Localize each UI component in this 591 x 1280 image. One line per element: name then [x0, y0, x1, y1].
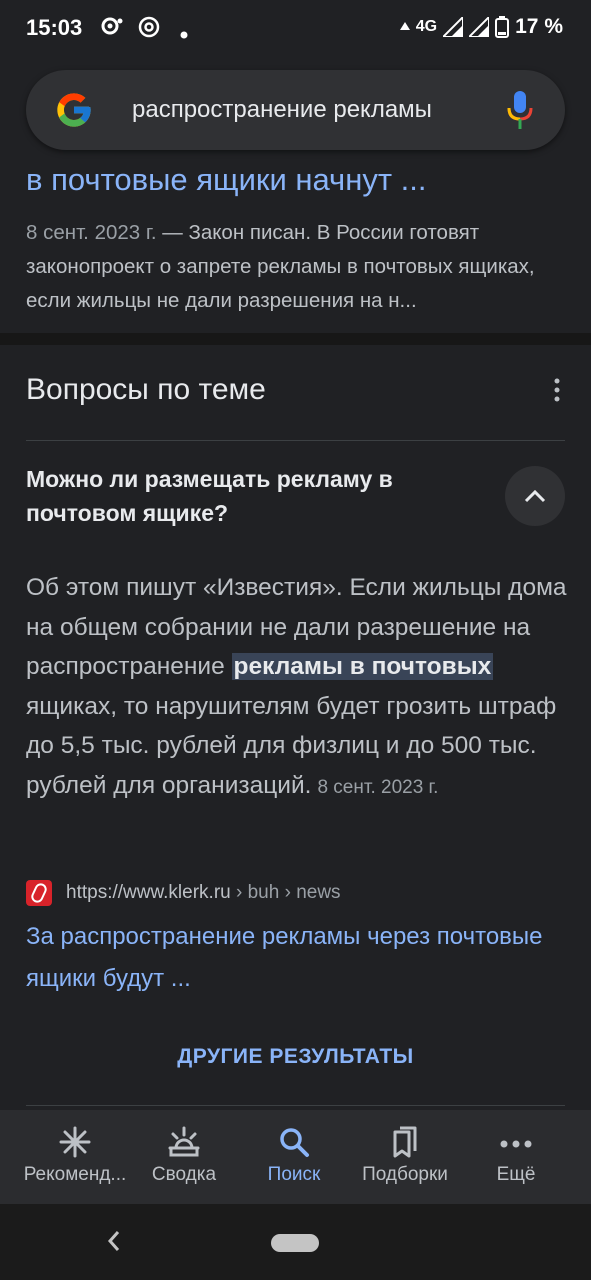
result-title-link[interactable]: в почтовые ящики начнут ...: [26, 162, 426, 198]
klerk-favicon-icon: [26, 880, 52, 906]
status-right-group: 4G 17 %: [399, 15, 563, 39]
asterisk-icon: [59, 1126, 91, 1158]
nav-item-search[interactable]: Поиск: [250, 1110, 338, 1204]
more-results-button[interactable]: ДРУГИЕ РЕЗУЛЬТАТЫ: [0, 1045, 591, 1069]
related-questions-heading: Вопросы по теме: [26, 373, 266, 406]
search-icon: [280, 1128, 309, 1157]
search-input[interactable]: распространение рекламы: [132, 96, 432, 124]
source-url: https://www.klerk.ru › buh › news: [66, 882, 341, 903]
answer-date: 8 сент. 2023 г.: [317, 776, 439, 798]
answer-text-after: ящиках, то нарушителям будет грозить штр…: [26, 692, 557, 799]
at-sign-icon: [137, 15, 161, 45]
signal-icon: [469, 17, 490, 37]
network-type: 4G: [415, 18, 438, 35]
section-separator: [0, 333, 591, 345]
nav-label: Поиск: [267, 1164, 321, 1185]
search-bar[interactable]: распространение рекламы: [26, 70, 565, 150]
answer-text: Об этом пишут «Известия». Если жильцы до…: [26, 568, 571, 807]
nav-label: Ещё: [496, 1164, 536, 1185]
nav-item-summary[interactable]: Сводка: [140, 1110, 228, 1204]
answer-highlight: рекламы в почтовых: [231, 653, 494, 680]
signal-icon: [443, 17, 464, 37]
nav-label: Сводка: [151, 1164, 217, 1185]
more-horizontal-icon: [500, 1140, 532, 1148]
back-icon[interactable]: [106, 1228, 122, 1254]
wifi-arrow-icon: [399, 22, 410, 30]
home-button[interactable]: [271, 1234, 319, 1252]
collapse-question-button[interactable]: [505, 466, 565, 526]
divider: [26, 1105, 565, 1106]
nav-item-collections[interactable]: Подборки: [352, 1110, 458, 1204]
bottom-navigation: Рекоменд... Сводка Поиск Подборки Ещё: [0, 1110, 591, 1204]
nav-item-recommendations[interactable]: Рекоменд...: [14, 1110, 136, 1204]
chevron-up-icon: [524, 489, 546, 503]
status-time: 15:03: [26, 15, 83, 40]
google-logo-icon[interactable]: [54, 90, 94, 130]
system-navigation-bar: [0, 1204, 591, 1280]
battery-icon: [495, 16, 510, 38]
battery-percent: 17 %: [515, 15, 563, 38]
assistant-notification-icon: [100, 15, 124, 43]
dot-icon: [180, 22, 188, 45]
result-date: 8 сент. 2023 г.: [26, 221, 157, 244]
result-snippet: 8 сент. 2023 г. — Закон писан. В России …: [26, 216, 566, 318]
status-bar: 15:03 4G 17 %: [0, 0, 591, 58]
more-options-icon[interactable]: [553, 378, 561, 402]
microphone-icon[interactable]: [507, 91, 533, 129]
bookmarks-icon: [393, 1126, 417, 1158]
sunrise-icon: [168, 1126, 200, 1157]
nav-label: Подборки: [362, 1164, 448, 1185]
nav-label: Рекоменд...: [23, 1164, 127, 1185]
answer-source[interactable]: https://www.klerk.ru › buh › news: [26, 878, 341, 908]
nav-item-more[interactable]: Ещё: [476, 1110, 556, 1204]
source-title-link[interactable]: За распространение рекламы через почтовы…: [26, 916, 566, 1000]
divider: [26, 440, 565, 441]
question-text[interactable]: Можно ли размещать рекламу в почтовом ящ…: [26, 462, 466, 530]
